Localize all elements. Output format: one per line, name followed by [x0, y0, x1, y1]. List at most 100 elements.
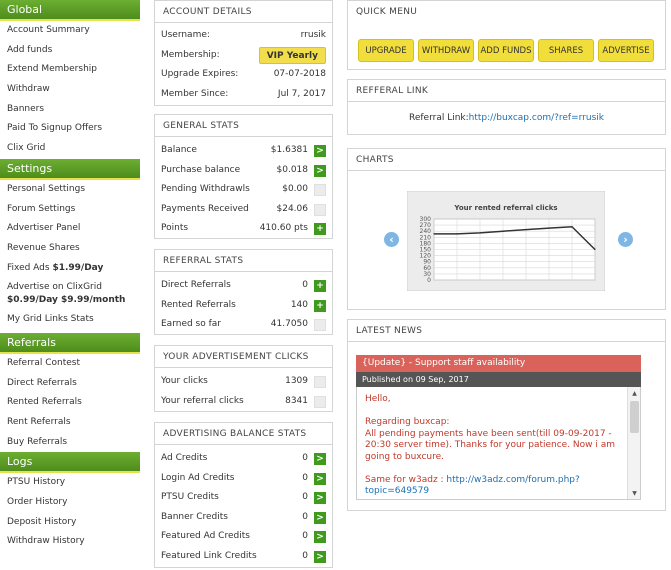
quick-menu-title: QUICK MENU	[356, 7, 418, 17]
credit-label: Banner Credits	[161, 511, 228, 522]
clicks-row-referral: Your referral clicks 8341	[155, 392, 332, 412]
go-arrow-button[interactable]: >	[314, 511, 326, 524]
rented-referral-clicks-chart: Your rented referral clicks 300270240210…	[407, 191, 605, 291]
chart-prev-arrow-icon[interactable]: ‹	[384, 232, 399, 247]
stat-value: $24.06	[276, 203, 309, 214]
sidebar-item-personal-settings[interactable]: Personal Settings	[0, 180, 140, 200]
news-scrollbar[interactable]: ▲ ▼	[627, 387, 640, 499]
go-arrow-button[interactable]: >	[314, 550, 326, 563]
expires-value: 07-07-2018	[273, 69, 326, 79]
go-arrow-button[interactable]: >	[314, 492, 326, 504]
news-body: Hello, Regarding buxcap: All pending pay…	[356, 387, 641, 500]
sidebar-item-fixed-ads[interactable]: Fixed Ads $1.99/Day	[0, 259, 140, 279]
empty-action-box	[314, 319, 326, 331]
chart-point	[433, 233, 435, 235]
sidebar-item-ptsu-history[interactable]: PTSU History	[0, 473, 140, 493]
sidebar-item-extend-membership[interactable]: Extend Membership	[0, 60, 140, 80]
sidebar-item-paid-to-signup[interactable]: Paid To Signup Offers	[0, 119, 140, 139]
sidebar-item-grid-links-stats[interactable]: My Grid Links Stats	[0, 310, 140, 330]
go-arrow-button[interactable]: >	[314, 472, 326, 485]
sidebar-item-rented-referrals[interactable]: Rented Referrals	[0, 393, 140, 413]
withdraw-button[interactable]: WITHDRAW	[418, 39, 474, 62]
scroll-thumb[interactable]	[630, 401, 639, 433]
advertise-clixgrid-price: $0.99/Day $9.99/month	[7, 295, 126, 306]
add-plus-button[interactable]: +	[314, 299, 326, 312]
membership-label: Membership:	[161, 49, 220, 60]
latest-news-title: LATEST NEWS	[348, 320, 665, 342]
empty-action-box	[314, 203, 326, 216]
fixed-ads-label: Fixed Ads	[7, 262, 53, 273]
empty-action-box	[314, 376, 326, 388]
go-arrow-button[interactable]: >	[314, 145, 326, 157]
sidebar-item-deposit-history[interactable]: Deposit History	[0, 513, 140, 533]
sidebar-list-global: Account Summary Add funds Extend Members…	[0, 21, 140, 159]
go-arrow-button[interactable]: >	[314, 453, 326, 465]
news-headline[interactable]: {Update} - Support staff availability	[356, 355, 641, 372]
stat-value: $0.00	[282, 184, 308, 194]
sidebar-item-withdraw[interactable]: Withdraw	[0, 80, 140, 100]
stat-value: 410.60 pts	[259, 223, 308, 233]
quick-menu-panel: QUICK MENU UPGRADE WITHDRAW ADD FUNDS SH…	[347, 0, 666, 70]
news-same-for: Same for w3adz : http://w3adz.com/forum.…	[365, 475, 620, 498]
expires-label: Upgrade Expires:	[161, 69, 239, 79]
membership-badge[interactable]: VIP Yearly	[258, 46, 326, 64]
chart-next-arrow-icon[interactable]: ›	[618, 232, 633, 247]
sidebar-item-advertiser-panel[interactable]: Advertiser Panel	[0, 219, 140, 239]
referral-value: 41.7050	[270, 319, 308, 329]
credit-label: Featured Ad Credits	[161, 531, 250, 541]
scroll-up-icon[interactable]: ▲	[630, 389, 639, 398]
go-arrow-button[interactable]: >	[314, 531, 326, 543]
sidebar-list-referrals: Referral Contest Direct Referrals Rented…	[0, 354, 140, 452]
credit-value: 0	[302, 550, 308, 561]
credit-value: 0	[302, 511, 308, 522]
shares-button[interactable]: SHARES	[538, 39, 594, 62]
news-paragraph: All pending payments have been sent(till…	[365, 428, 616, 462]
sidebar-item-account-summary[interactable]: Account Summary	[0, 21, 140, 41]
referral-stats-title: REFERRAL STATS	[155, 250, 332, 272]
referral-label: Earned so far	[161, 319, 221, 329]
username-row: Username: rrusik	[155, 26, 332, 46]
add-plus-button[interactable]: +	[314, 223, 326, 235]
chart-point	[479, 232, 481, 234]
sidebar-item-direct-referrals[interactable]: Direct Referrals	[0, 374, 140, 394]
referral-link-label: Referral Link:	[408, 113, 469, 123]
go-arrow-button[interactable]: >	[314, 164, 326, 177]
sidebar-header-global: Global	[0, 0, 140, 21]
upgrade-button[interactable]: UPGRADE	[358, 39, 414, 62]
sidebar-item-buy-referrals[interactable]: Buy Referrals	[0, 433, 140, 453]
sidebar-item-banners[interactable]: Banners	[0, 100, 140, 120]
credit-value: 0	[302, 472, 308, 483]
news-text: Hello, Regarding buxcap: All pending pay…	[357, 387, 640, 498]
advertise-button[interactable]: ADVERTISE	[598, 39, 654, 62]
since-row: Member Since: Jul 7, 2017	[155, 85, 332, 105]
sidebar-item-advertise-clixgrid[interactable]: Advertise on ClixGrid $0.99/Day $9.99/mon…	[0, 278, 140, 310]
sidebar-item-referral-contest[interactable]: Referral Contest	[0, 354, 140, 374]
credit-row-ad: Ad Credits 0 >	[155, 449, 332, 469]
sidebar-item-order-history[interactable]: Order History	[0, 493, 140, 513]
general-stats-panel: GENERAL STATS Balance $1.6381 > Purchase…	[154, 114, 333, 239]
sidebar: Global Account Summary Add funds Extend …	[0, 0, 140, 552]
scroll-down-icon[interactable]: ▼	[630, 489, 639, 498]
stat-label: Pending Withdrawls	[161, 184, 250, 194]
sidebar-item-withdraw-history[interactable]: Withdraw History	[0, 532, 140, 552]
referral-value: 0	[302, 280, 308, 290]
referral-stats-panel: REFERRAL STATS Direct Referrals 0 + Rent…	[154, 249, 333, 335]
credit-row-featured-ad: Featured Ad Credits 0 >	[155, 527, 332, 547]
ad-clicks-panel: YOUR ADVERTISEMENT CLICKS Your clicks 13…	[154, 345, 333, 412]
username-value: rrusik	[300, 30, 326, 40]
sidebar-item-rent-referrals[interactable]: Rent Referrals	[0, 413, 140, 433]
sidebar-item-add-funds[interactable]: Add funds	[0, 41, 140, 61]
add-funds-button[interactable]: ADD FUNDS	[478, 39, 534, 62]
referral-link-panel: REFFERAL LINK Referral Link:http://buxca…	[347, 79, 666, 135]
clicks-label: Your clicks	[161, 376, 208, 386]
credit-label: Ad Credits	[161, 453, 208, 463]
sidebar-header-referrals: Referrals	[0, 332, 140, 354]
since-value: Jul 7, 2017	[277, 88, 326, 99]
add-plus-button[interactable]: +	[314, 280, 326, 292]
chart-point	[502, 230, 504, 232]
sidebar-item-forum-settings[interactable]: Forum Settings	[0, 200, 140, 220]
referral-link-url[interactable]: http://buxcap.com/?ref=rrusik	[469, 113, 604, 123]
sidebar-item-revenue-shares[interactable]: Revenue Shares	[0, 239, 140, 259]
chart-y-tick-label: 0	[427, 277, 431, 284]
sidebar-item-clix-grid[interactable]: Clix Grid	[0, 139, 140, 159]
